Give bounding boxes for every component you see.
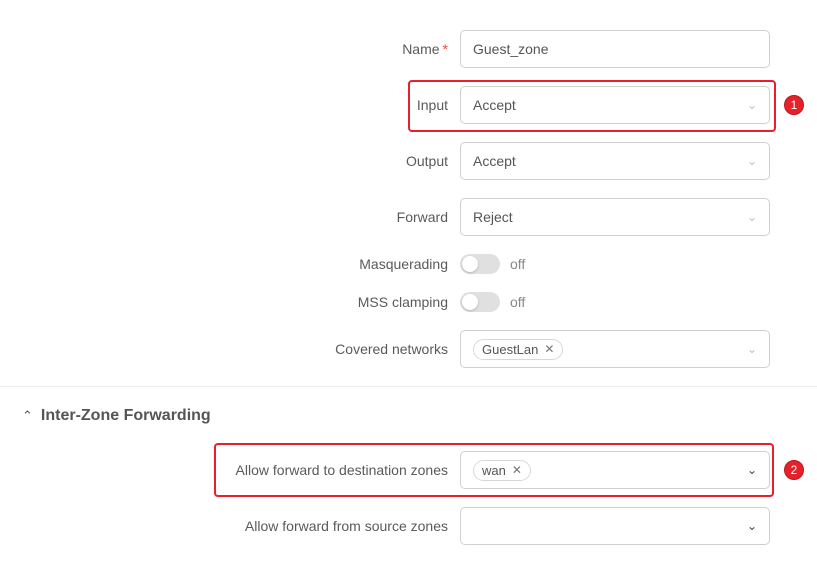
tag-wan: wan ✕ [473, 460, 531, 481]
chevron-down-icon: ⌄ [747, 342, 757, 356]
row-dest-zones: Allow forward to destination zones wan ✕… [0, 451, 817, 489]
required-asterisk-icon: * [443, 41, 448, 57]
callout-2: 2 [784, 460, 804, 480]
label-covered-networks: Covered networks [0, 341, 460, 357]
row-output: Output Accept ⌄ [0, 142, 817, 180]
label-dest-zones: Allow forward to destination zones [0, 462, 460, 478]
chevron-up-icon: ⌃ [22, 408, 33, 424]
row-covered-networks: Covered networks GuestLan ✕ ⌄ [0, 330, 817, 368]
row-masquerading: Masquerading off [0, 254, 817, 274]
callout-1: 1 [784, 95, 804, 115]
label-output: Output [0, 153, 460, 169]
mss-clamping-state: off [510, 294, 525, 310]
label-mss-clamping: MSS clamping [0, 294, 460, 310]
chevron-down-icon: ⌄ [747, 98, 757, 112]
toggle-knob-icon [462, 294, 478, 310]
tag-label: GuestLan [482, 342, 538, 357]
tag-label: wan [482, 463, 506, 478]
section-title: Inter-Zone Forwarding [41, 407, 211, 425]
row-mss-clamping: MSS clamping off [0, 292, 817, 312]
dest-zones-tags: wan ✕ [473, 460, 535, 481]
section-divider [0, 386, 817, 387]
label-input: Input [0, 97, 460, 113]
src-zones-select[interactable]: ⌄ [460, 507, 770, 545]
section-inter-zone-forwarding[interactable]: ⌃ Inter-Zone Forwarding [0, 407, 817, 425]
row-name: Name* [0, 0, 817, 68]
chevron-down-icon: ⌄ [747, 154, 757, 168]
row-input: Input Accept ⌄ 1 [0, 86, 817, 124]
covered-networks-tags: GuestLan ✕ [473, 339, 567, 360]
chevron-down-icon: ⌄ [747, 463, 757, 477]
label-name: Name* [0, 41, 460, 57]
close-icon[interactable]: ✕ [544, 342, 554, 356]
masquerading-toggle[interactable] [460, 254, 500, 274]
name-input[interactable] [460, 30, 770, 68]
label-masquerading: Masquerading [0, 256, 460, 272]
input-select-value: Accept [473, 97, 516, 113]
row-src-zones: Allow forward from source zones ⌄ [0, 507, 817, 545]
covered-networks-select[interactable]: GuestLan ✕ ⌄ [460, 330, 770, 368]
close-icon[interactable]: ✕ [512, 463, 522, 477]
toggle-knob-icon [462, 256, 478, 272]
masquerading-state: off [510, 256, 525, 272]
chevron-down-icon: ⌄ [747, 210, 757, 224]
output-select-value: Accept [473, 153, 516, 169]
forward-select[interactable]: Reject ⌄ [460, 198, 770, 236]
mss-clamping-toggle[interactable] [460, 292, 500, 312]
input-select[interactable]: Accept ⌄ [460, 86, 770, 124]
forward-select-value: Reject [473, 209, 513, 225]
row-forward: Forward Reject ⌄ [0, 198, 817, 236]
output-select[interactable]: Accept ⌄ [460, 142, 770, 180]
chevron-down-icon: ⌄ [747, 519, 757, 533]
masquerading-toggle-wrap: off [460, 254, 525, 274]
dest-zones-select[interactable]: wan ✕ ⌄ [460, 451, 770, 489]
label-src-zones: Allow forward from source zones [0, 518, 460, 534]
tag-guestlan: GuestLan ✕ [473, 339, 563, 360]
mss-clamping-toggle-wrap: off [460, 292, 525, 312]
label-forward: Forward [0, 209, 460, 225]
